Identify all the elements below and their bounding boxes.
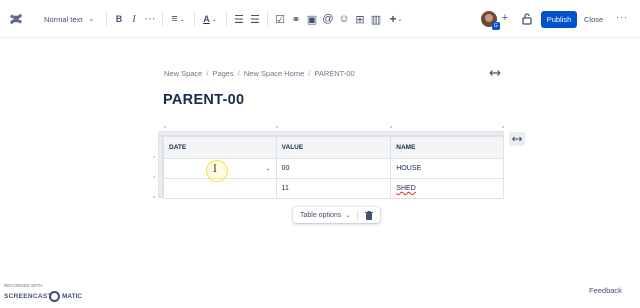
toolbar-divider bbox=[267, 12, 268, 26]
checkbox-icon: ☑ bbox=[275, 13, 285, 26]
table-button[interactable]: ⊞ bbox=[354, 9, 366, 29]
chevron-down-icon: ⌄ bbox=[397, 16, 403, 23]
link-icon: ⚭ bbox=[291, 13, 301, 26]
watermark-brand-left: SCREENCAST bbox=[4, 293, 52, 300]
watermark-caption: RECORDED WITH bbox=[4, 283, 43, 288]
bold-icon: B bbox=[115, 14, 123, 24]
image-icon: ▣ bbox=[306, 13, 318, 26]
breadcrumb-separator: / bbox=[308, 69, 311, 78]
table-header-row: DATE VALUE NAME bbox=[163, 136, 504, 159]
page-width-toggle-icon[interactable] bbox=[489, 68, 501, 78]
more-formatting-button[interactable]: ··· bbox=[143, 9, 157, 29]
text-color-button[interactable]: A ⌄ bbox=[200, 9, 220, 29]
numbered-list-icon: ☰ bbox=[250, 13, 260, 26]
alignment-button[interactable]: ≡ ⌄ bbox=[168, 9, 188, 29]
screencast-logo-icon bbox=[49, 291, 60, 302]
mention-icon: @ bbox=[322, 13, 334, 25]
table-cell[interactable]: 11 bbox=[275, 178, 392, 199]
italic-button[interactable]: I bbox=[128, 9, 140, 29]
table-cell[interactable]: 00 bbox=[275, 158, 392, 179]
toolbar-divider bbox=[194, 12, 195, 26]
italic-icon: I bbox=[132, 13, 136, 25]
page-title[interactable]: PARENT-00 bbox=[163, 92, 244, 108]
text-style-dropdown[interactable]: Normal text ⌄ bbox=[38, 9, 100, 29]
screencast-watermark: RECORDED WITH SCREENCAST MATIC bbox=[4, 283, 84, 303]
table-icon: ⊞ bbox=[355, 13, 365, 26]
breadcrumb-item-current[interactable]: PARENT-00 bbox=[314, 69, 354, 78]
more-icon: ··· bbox=[616, 12, 628, 22]
column-insert-dot[interactable] bbox=[502, 126, 504, 128]
editor-toolbar: Normal text ⌄ B I ··· ≡ ⌄ A ⌄ ☰ ☰ ☑ ⚭ ▣ … bbox=[0, 0, 640, 38]
layout-button[interactable]: ▥ bbox=[370, 9, 382, 29]
header-cell-value[interactable]: VALUE bbox=[275, 136, 392, 159]
publish-label: Publish bbox=[546, 15, 572, 24]
align-left-icon: ≡ bbox=[171, 13, 178, 25]
confluence-logo-icon[interactable] bbox=[8, 11, 24, 27]
restrictions-lock-icon[interactable] bbox=[520, 12, 534, 26]
plus-icon: + bbox=[501, 12, 509, 24]
close-label: Close bbox=[584, 15, 604, 24]
toolbar-divider bbox=[162, 12, 163, 26]
chevron-down-icon: ⌄ bbox=[88, 16, 95, 23]
bold-button[interactable]: B bbox=[113, 9, 125, 29]
toolbar-divider bbox=[226, 12, 227, 26]
row-insert-dot[interactable] bbox=[153, 196, 155, 198]
image-button[interactable]: ▣ bbox=[306, 9, 318, 29]
breadcrumb-item-pages[interactable]: Pages bbox=[212, 69, 233, 78]
feedback-link[interactable]: Feedback bbox=[589, 286, 622, 295]
plus-icon: + bbox=[389, 12, 397, 26]
chevron-down-icon: ⌄ bbox=[179, 16, 185, 23]
bullet-list-button[interactable]: ☰ bbox=[233, 9, 245, 29]
cell-options-chevron-icon[interactable]: ⌄ bbox=[266, 165, 271, 172]
column-insert-dot[interactable] bbox=[276, 126, 278, 128]
header-cell-date[interactable]: DATE bbox=[163, 136, 277, 159]
table-width-toggle-button[interactable] bbox=[509, 132, 525, 146]
numbered-list-button[interactable]: ☰ bbox=[249, 9, 261, 29]
toolbar-divider bbox=[106, 12, 107, 26]
toolbar-divider bbox=[357, 210, 359, 220]
text-cursor-icon: I bbox=[213, 164, 217, 175]
publish-button[interactable]: Publish bbox=[541, 11, 577, 28]
breadcrumb-separator: / bbox=[206, 69, 209, 78]
breadcrumb: New Space / Pages / New Space Home / PAR… bbox=[164, 69, 355, 78]
mouse-cursor-highlight bbox=[206, 160, 228, 182]
more-actions-button[interactable]: ··· bbox=[616, 12, 628, 22]
link-button[interactable]: ⚭ bbox=[290, 9, 302, 29]
table-cell[interactable]: HOUSE bbox=[390, 158, 504, 179]
column-insert-dot[interactable] bbox=[164, 126, 166, 128]
chevron-down-icon: ⌄ bbox=[211, 16, 217, 23]
text-color-icon: A bbox=[203, 14, 210, 24]
table-cell-text: SHED bbox=[396, 185, 416, 192]
table-options-button[interactable]: Table options bbox=[293, 212, 341, 219]
row-insert-dot[interactable] bbox=[153, 176, 155, 178]
row-insert-dot[interactable] bbox=[153, 156, 155, 158]
table-cell[interactable]: SHED bbox=[390, 178, 504, 199]
emoji-button[interactable]: ☺ bbox=[338, 9, 350, 29]
delete-table-trash-icon[interactable] bbox=[365, 210, 374, 220]
mention-button[interactable]: @ bbox=[322, 9, 334, 29]
bullet-list-icon: ☰ bbox=[234, 13, 244, 26]
column-insert-dot[interactable] bbox=[390, 126, 392, 128]
insert-button[interactable]: + ⌄ bbox=[387, 9, 405, 29]
close-button[interactable]: Close bbox=[584, 11, 604, 28]
action-item-button[interactable]: ☑ bbox=[274, 9, 286, 29]
header-cell-name[interactable]: NAME bbox=[390, 136, 504, 159]
expand-arrows-icon bbox=[512, 136, 522, 142]
table-floating-toolbar: Table options ⌄ bbox=[293, 207, 380, 223]
emoji-icon: ☺ bbox=[338, 13, 350, 25]
breadcrumb-item-space[interactable]: New Space bbox=[164, 69, 202, 78]
layout-icon: ▥ bbox=[370, 13, 382, 26]
text-style-label: Normal text bbox=[44, 14, 83, 24]
more-icon: ··· bbox=[144, 13, 156, 25]
watermark-brand-right: MATIC bbox=[62, 293, 83, 300]
breadcrumb-item-space-home[interactable]: New Space Home bbox=[244, 69, 304, 78]
invite-button[interactable]: + bbox=[499, 12, 511, 24]
breadcrumb-separator: / bbox=[237, 69, 240, 78]
chevron-down-icon: ⌄ bbox=[345, 212, 351, 219]
